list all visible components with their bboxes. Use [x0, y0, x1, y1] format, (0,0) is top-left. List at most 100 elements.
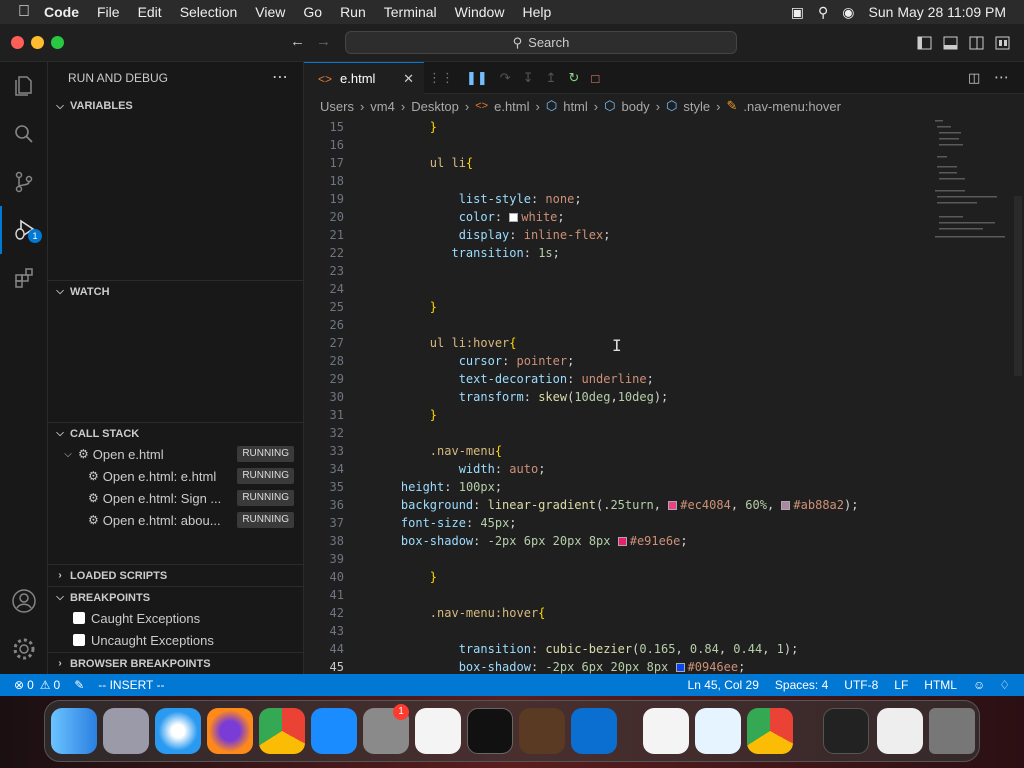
more-actions-icon[interactable]: ⋯	[994, 68, 1009, 86]
call-stack-section-header[interactable]: ⌵ CALL STACK	[48, 422, 304, 444]
debug-status-icon[interactable]: ✎	[74, 678, 84, 692]
finder-icon[interactable]	[51, 708, 97, 754]
spotlight-icon[interactable]: ⚲	[818, 4, 828, 21]
line-number: 40	[329, 570, 344, 584]
scrollbar[interactable]	[1014, 196, 1022, 376]
chrome-icon[interactable]	[747, 708, 793, 754]
code-editor[interactable]: 15 16 17 18 19 20 21 22 23 24 25 26 27 2…	[304, 118, 924, 674]
checkbox[interactable]	[73, 612, 85, 624]
breadcrumb-file[interactable]: e.html	[494, 99, 529, 114]
firefox-icon[interactable]	[207, 708, 253, 754]
split-editor-icon[interactable]: ◫	[968, 70, 980, 86]
breadcrumb-style[interactable]: style	[683, 99, 710, 114]
stop-icon[interactable]: □	[591, 71, 599, 86]
zoom-window-button[interactable]	[51, 36, 64, 49]
pause-icon[interactable]: ❚❚	[466, 70, 488, 86]
explorer-icon[interactable]	[0, 62, 48, 110]
command-center-search[interactable]: ⚲ Search	[345, 31, 737, 54]
close-icon[interactable]: ✕	[403, 71, 414, 87]
step-out-icon[interactable]: ↥	[546, 70, 557, 86]
menu-view[interactable]: View	[255, 4, 285, 20]
caught-exceptions-checkbox[interactable]: Caught Exceptions	[48, 607, 304, 629]
close-window-button[interactable]	[11, 36, 24, 49]
uncaught-exceptions-checkbox[interactable]: Uncaught Exceptions	[48, 629, 304, 651]
call-stack-item[interactable]: ⚙ Open e.html: Sign ... RUNNING	[48, 487, 304, 509]
clock[interactable]: Sun May 28 11:09 PM	[869, 4, 1006, 20]
layout-controls[interactable]	[916, 36, 1016, 52]
tab-e-html[interactable]: <> e.html ✕	[304, 62, 424, 94]
menu-help[interactable]: Help	[522, 4, 551, 20]
recent-window-thumbnail[interactable]	[877, 708, 923, 754]
textedit-icon[interactable]	[415, 708, 461, 754]
app-store-icon[interactable]	[311, 708, 357, 754]
safari-icon[interactable]	[155, 708, 201, 754]
minimize-window-button[interactable]	[31, 36, 44, 49]
step-over-icon[interactable]: ↷	[500, 70, 511, 86]
breadcrumb-html[interactable]: html	[563, 99, 588, 114]
breadcrumb: Users › vm4 › Desktop › <> e.html › ⬡ html › ⬡ b…	[320, 96, 841, 116]
menu-go[interactable]: Go	[303, 4, 322, 20]
notifications-bell-icon[interactable]: ♢	[999, 678, 1010, 692]
warning-count[interactable]: 0	[54, 678, 61, 692]
extensions-icon[interactable]	[0, 254, 48, 302]
launchpad-icon[interactable]	[103, 708, 149, 754]
error-icon[interactable]: ⊗	[14, 678, 24, 692]
settings-gear-icon[interactable]	[0, 625, 48, 673]
trash-icon[interactable]	[929, 708, 975, 754]
watch-section-header[interactable]: ⌵ WATCH	[48, 280, 304, 302]
menu-terminal[interactable]: Terminal	[384, 4, 437, 20]
warning-icon[interactable]: ⚠	[40, 678, 51, 692]
cursor-position[interactable]: Ln 45, Col 29	[688, 678, 759, 692]
system-settings-icon[interactable]: 1	[363, 704, 409, 754]
breakpoints-section-header[interactable]: ⌵ BREAKPOINTS	[48, 586, 304, 608]
more-actions-icon[interactable]: ⋯	[272, 67, 288, 87]
drag-handle-icon[interactable]: ⋮⋮	[428, 70, 454, 86]
run-debug-icon[interactable]: 1	[0, 206, 48, 254]
encoding[interactable]: UTF-8	[844, 678, 878, 692]
call-stack-item[interactable]: ⌵ ⚙ Open e.html RUNNING	[48, 443, 304, 465]
variables-section-header[interactable]: ⌵ VARIABLES	[48, 95, 304, 117]
menu-selection[interactable]: Selection	[180, 4, 238, 20]
garageband-icon[interactable]	[519, 708, 565, 754]
browser-breakpoints-section-header[interactable]: › BROWSER BREAKPOINTS	[48, 652, 304, 674]
apple-icon[interactable]: 	[18, 3, 30, 21]
account-icon[interactable]	[0, 577, 48, 625]
freeform-icon[interactable]	[695, 708, 741, 754]
terminal-icon[interactable]	[467, 708, 513, 754]
call-stack-item[interactable]: ⚙ Open e.html: abou... RUNNING	[48, 509, 304, 531]
loaded-scripts-section-header[interactable]: › LOADED SCRIPTS	[48, 564, 304, 586]
menu-window[interactable]: Window	[455, 4, 505, 20]
feedback-icon[interactable]: ☺	[973, 678, 985, 692]
vscode-icon[interactable]	[571, 708, 617, 754]
call-stack-item[interactable]: ⚙ Open e.html: e.html RUNNING	[48, 465, 304, 487]
window-icon[interactable]: ▣	[791, 4, 804, 21]
breadcrumb-vm4[interactable]: vm4	[370, 99, 395, 114]
indentation[interactable]: Spaces: 4	[775, 678, 828, 692]
step-into-icon[interactable]: ↧	[523, 70, 534, 86]
source-control-icon[interactable]	[0, 158, 48, 206]
line-number: 37	[329, 516, 344, 530]
code-line: display: inline-flex;	[458, 228, 611, 242]
breadcrumb-selector[interactable]: .nav-menu:hover	[743, 99, 841, 114]
visual-studio-icon[interactable]	[643, 708, 689, 754]
app-menu[interactable]: Code	[44, 4, 79, 20]
menu-file[interactable]: File	[97, 4, 120, 20]
menu-run[interactable]: Run	[340, 4, 366, 20]
breadcrumb-desktop[interactable]: Desktop	[411, 99, 459, 114]
language-mode[interactable]: HTML	[924, 678, 957, 692]
restart-icon[interactable]: ↻	[569, 70, 580, 86]
chevron-down-icon: ⌵	[56, 100, 64, 112]
search-view-icon[interactable]	[0, 110, 48, 158]
chrome-icon[interactable]	[259, 708, 305, 754]
menu-edit[interactable]: Edit	[138, 4, 162, 20]
recent-window-thumbnail[interactable]	[823, 708, 869, 754]
error-count[interactable]: 0	[27, 678, 34, 692]
forward-arrow-icon[interactable]: →	[316, 33, 331, 50]
end-of-line[interactable]: LF	[894, 678, 908, 692]
minimap[interactable]	[929, 116, 1013, 256]
back-arrow-icon[interactable]: ←	[290, 33, 305, 50]
control-center-icon[interactable]: ◉	[842, 4, 854, 21]
breadcrumb-users[interactable]: Users	[320, 99, 354, 114]
checkbox[interactable]	[73, 634, 85, 646]
breadcrumb-body[interactable]: body	[621, 99, 649, 114]
